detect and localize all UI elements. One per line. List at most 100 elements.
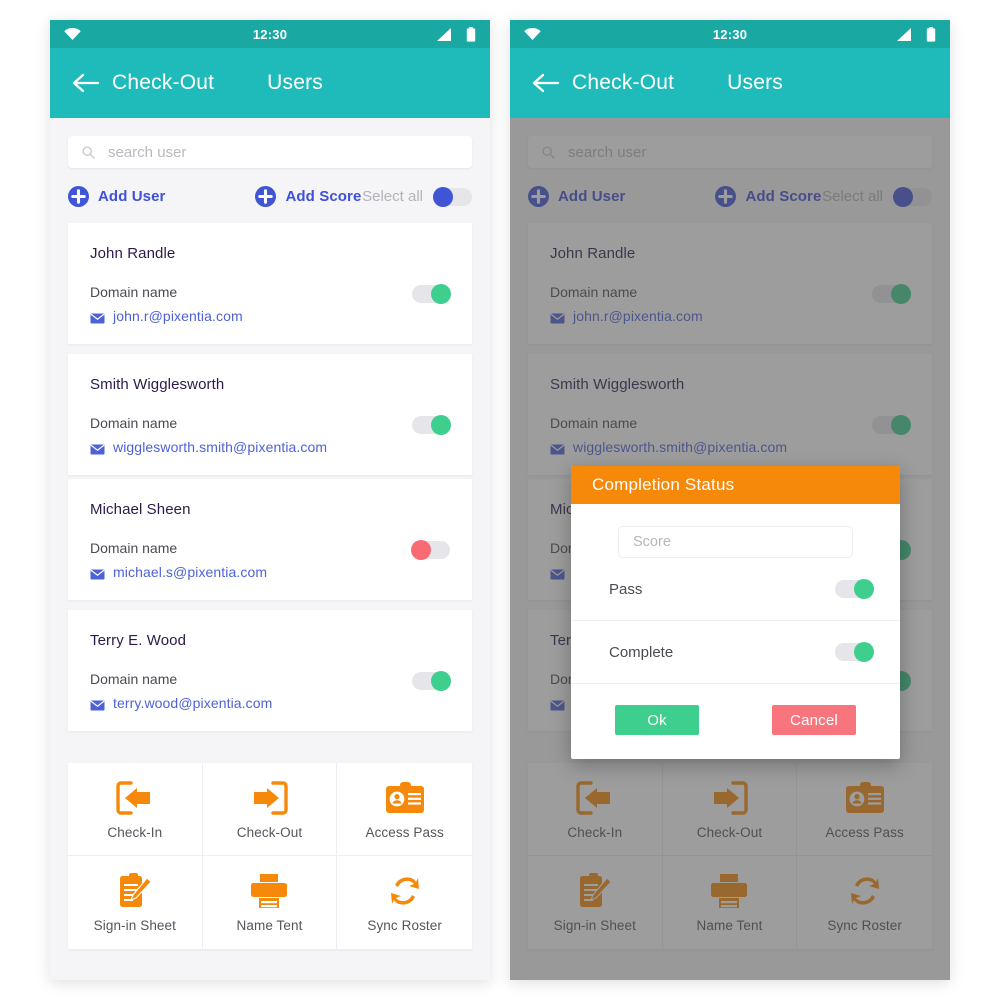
user-email[interactable]: john.r@pixentia.com [113,308,243,324]
add-score-label: Add Score [285,188,362,205]
user-toggle[interactable] [412,415,451,435]
pass-toggle[interactable] [835,579,874,599]
plus-circle-icon [68,186,89,207]
tile-name-tent[interactable]: Name Tent [203,856,338,949]
phone-left: 12:30 Check-Out Users search user Add Us… [50,20,490,980]
dialog-header: Completion Status [571,466,900,504]
envelope-icon [90,442,105,454]
domain-label: Domain name [90,415,178,431]
completion-status-dialog[interactable]: Completion Status Score Pass Complete Ok… [571,466,900,759]
user-toggle[interactable] [411,540,450,560]
user-list: John Randle Domain name john.r@pixentia.… [50,207,490,731]
domain-label: Domain name [90,284,178,300]
tile-check-out[interactable]: Check-Out [202,763,338,856]
user-toggle[interactable] [412,671,451,691]
page-title: Check-Out [112,71,215,94]
envelope-icon [90,698,105,710]
app-bar: Check-Out Users [510,48,950,118]
content-area-left: search user Add User Add Score Select al… [50,118,490,949]
action-tile-grid: Check-In Check-Out [68,763,472,949]
back-arrow-icon[interactable] [72,72,100,94]
status-bar-time: 12:30 [712,26,748,42]
signal-icon [436,27,452,41]
app-bar: Check-Out Users [50,48,490,118]
tile-label: Access Pass [365,824,444,840]
user-card[interactable]: Terry E. Wood Domain name terry.wood@pix… [68,610,472,731]
user-name: Terry E. Wood [90,632,187,649]
search-input[interactable]: search user [68,136,472,168]
battery-icon [926,26,936,42]
status-bar: 12:30 [50,20,490,48]
search-icon [82,145,95,159]
phone-right: 12:30 Check-Out Users Completion Status … [510,20,950,980]
user-card[interactable]: John Randle Domain name john.r@pixentia.… [68,223,472,344]
tile-sign-in-sheet[interactable]: Sign-in Sheet [68,856,203,949]
user-email[interactable]: terry.wood@pixentia.com [113,695,272,711]
user-name: John Randle [90,245,176,262]
add-score-button[interactable]: Add Score [255,186,361,207]
status-bar: 12:30 [510,20,950,48]
ok-button[interactable]: Ok [615,705,699,735]
score-input[interactable]: Score [618,526,853,558]
wifi-icon [524,28,541,40]
select-all-label: Select all [362,188,423,205]
tile-label: Name Tent [236,918,303,933]
select-all-toggle[interactable] [433,186,472,207]
dialog-title: Completion Status [592,475,735,494]
score-placeholder: Score [633,534,671,550]
signal-icon [896,27,912,41]
user-card[interactable]: Smith Wigglesworth Domain name wiggleswo… [68,354,472,475]
screenshot-root: 12:30 Check-Out Users search user Add Us… [0,0,1000,1000]
toggle-knob [433,186,453,207]
envelope-icon [90,311,105,323]
status-bar-time: 12:30 [252,26,288,42]
toggle-knob [854,642,874,662]
tile-sync-roster[interactable]: Sync Roster [337,856,472,949]
page-subtitle: Users [727,71,784,94]
user-card[interactable]: Michael Sheen Domain name michael.s@pixe… [68,479,472,600]
tile-label: Check-Out [236,824,303,840]
user-name: Michael Sheen [90,501,191,518]
dialog-body: Score Pass Complete Ok Cancel [571,504,900,759]
dialog-row-pass: Pass [571,558,900,621]
sign-in-sheet-icon [118,872,152,910]
search-section: search user [50,118,490,168]
battery-icon [466,26,476,42]
pass-label: Pass [609,580,643,598]
check-in-icon [116,779,154,817]
toggle-knob [431,415,451,435]
toggle-knob [431,671,451,691]
plus-circle-icon [255,186,277,207]
name-tent-icon [251,872,288,910]
toggle-knob [854,579,874,599]
dialog-actions: Ok Cancel [571,684,900,759]
sync-roster-icon [388,872,422,910]
toggle-knob [411,540,431,560]
complete-toggle[interactable] [835,642,874,662]
cancel-button[interactable]: Cancel [772,705,856,735]
select-all-control[interactable]: Select all [362,186,472,207]
wifi-icon [64,28,81,40]
tile-access-pass[interactable]: Access Pass [337,763,472,856]
user-email[interactable]: wigglesworth.smith@pixentia.com [113,439,327,455]
dialog-row-complete: Complete [571,621,900,684]
domain-label: Domain name [90,540,178,556]
user-toggle[interactable] [412,284,451,304]
toggle-knob [431,284,451,304]
envelope-icon [90,567,105,579]
access-pass-icon [385,779,425,817]
tile-label: Check-In [107,824,163,840]
add-user-button[interactable]: Add User [68,186,165,207]
back-arrow-icon[interactable] [532,72,560,94]
domain-label: Domain name [90,671,178,687]
content-area-right: search user Add User Add Score [510,118,950,980]
page-title: Check-Out [572,71,675,94]
tile-label: Sign-in Sheet [93,918,176,933]
check-out-icon [250,779,289,817]
add-user-label: Add User [98,188,166,205]
tile-label: Sync Roster [367,918,442,933]
user-name: Smith Wigglesworth [90,376,225,393]
complete-label: Complete [609,643,674,661]
tile-check-in[interactable]: Check-In [68,763,203,856]
user-email[interactable]: michael.s@pixentia.com [113,564,267,580]
